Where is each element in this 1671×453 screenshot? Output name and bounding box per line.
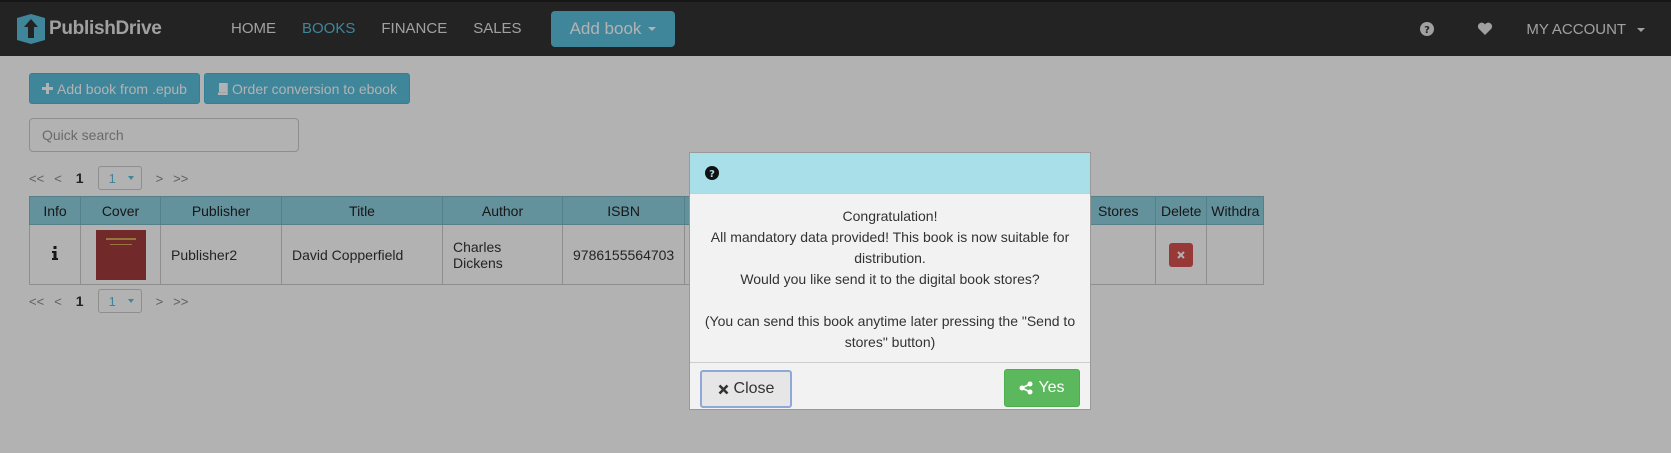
close-button[interactable]: Close <box>700 370 792 408</box>
close-button-label: Close <box>733 380 775 397</box>
send-to-stores-dialog: ? Congratulation! All mandatory data pro… <box>689 152 1091 410</box>
dialog-footer: Close Yes <box>690 362 1090 410</box>
close-icon <box>718 384 728 394</box>
dialog-message-line: All mandatory data provided! This book i… <box>710 229 1070 245</box>
dialog-body: Congratulation! All mandatory data provi… <box>690 194 1090 362</box>
dialog-message-question: Would you like send it to the digital bo… <box>740 271 1040 287</box>
dialog-message-note: (You can send this book anytime later pr… <box>704 313 1076 329</box>
dialog-message-note: stores" button) <box>844 334 936 350</box>
yes-button-label: Yes <box>1038 379 1065 396</box>
dialog-header: ? <box>690 153 1090 194</box>
svg-text:?: ? <box>709 169 715 180</box>
question-icon: ? <box>705 166 719 180</box>
share-icon <box>1019 381 1033 395</box>
dialog-message-line: distribution. <box>854 250 926 266</box>
dialog-message-title: Congratulation! <box>842 208 938 224</box>
yes-button[interactable]: Yes <box>1004 369 1080 407</box>
